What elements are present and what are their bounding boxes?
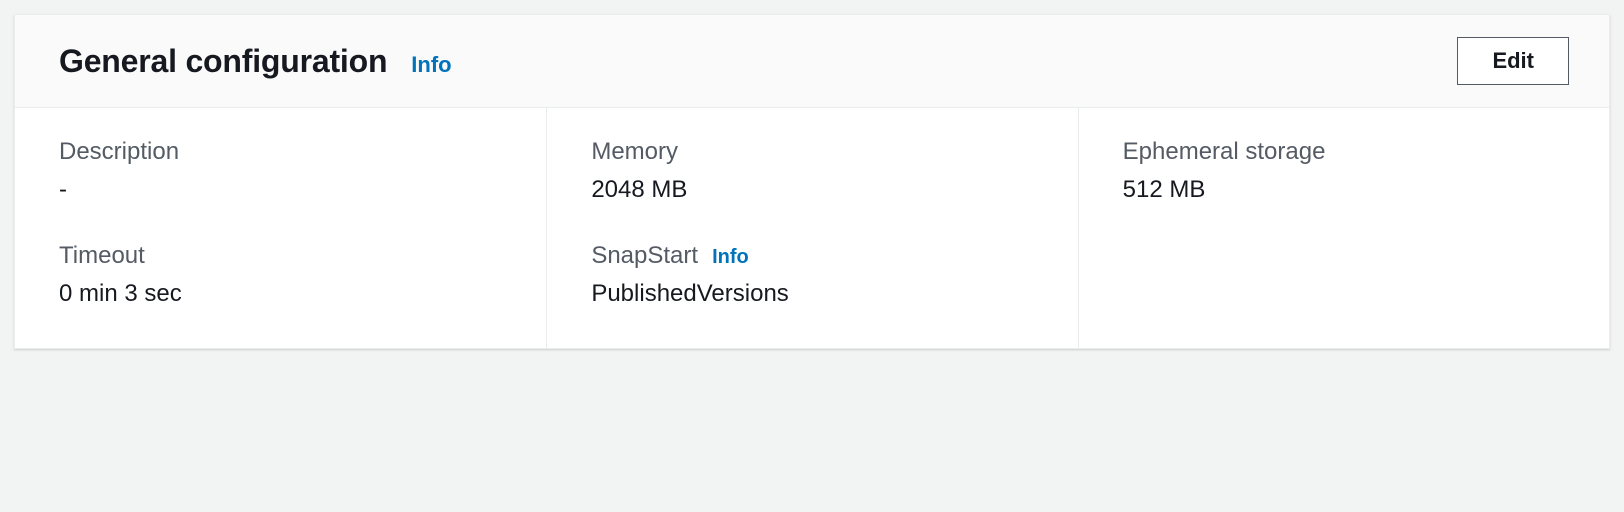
panel-title: General configuration <box>59 43 387 80</box>
field-memory: Memory 2048 MB <box>591 138 1033 204</box>
timeout-value: 0 min 3 sec <box>59 280 502 308</box>
memory-value: 2048 MB <box>591 176 1033 204</box>
snapstart-label: SnapStart <box>591 242 698 270</box>
panel-header-left: General configuration Info <box>59 43 452 80</box>
ephemeral-storage-value: 512 MB <box>1123 176 1565 204</box>
snapstart-value: PublishedVersions <box>591 280 1033 308</box>
column-3: Ephemeral storage 512 MB <box>1078 108 1609 348</box>
snapstart-info-link[interactable]: Info <box>712 246 749 269</box>
panel-header: General configuration Info Edit <box>15 15 1609 108</box>
field-snapstart: SnapStart Info PublishedVersions <box>591 242 1033 308</box>
memory-label: Memory <box>591 138 678 166</box>
panel-body: Description - Timeout 0 min 3 sec Memory… <box>15 108 1609 348</box>
column-1: Description - Timeout 0 min 3 sec <box>15 108 546 348</box>
description-label: Description <box>59 138 179 166</box>
edit-button[interactable]: Edit <box>1457 37 1569 85</box>
info-link[interactable]: Info <box>411 52 451 78</box>
column-2: Memory 2048 MB SnapStart Info PublishedV… <box>546 108 1077 348</box>
field-timeout: Timeout 0 min 3 sec <box>59 242 502 308</box>
general-configuration-panel: General configuration Info Edit Descript… <box>14 14 1610 349</box>
description-value: - <box>59 176 502 204</box>
field-description: Description - <box>59 138 502 204</box>
timeout-label: Timeout <box>59 242 145 270</box>
ephemeral-storage-label: Ephemeral storage <box>1123 138 1326 166</box>
field-ephemeral-storage: Ephemeral storage 512 MB <box>1123 138 1565 204</box>
